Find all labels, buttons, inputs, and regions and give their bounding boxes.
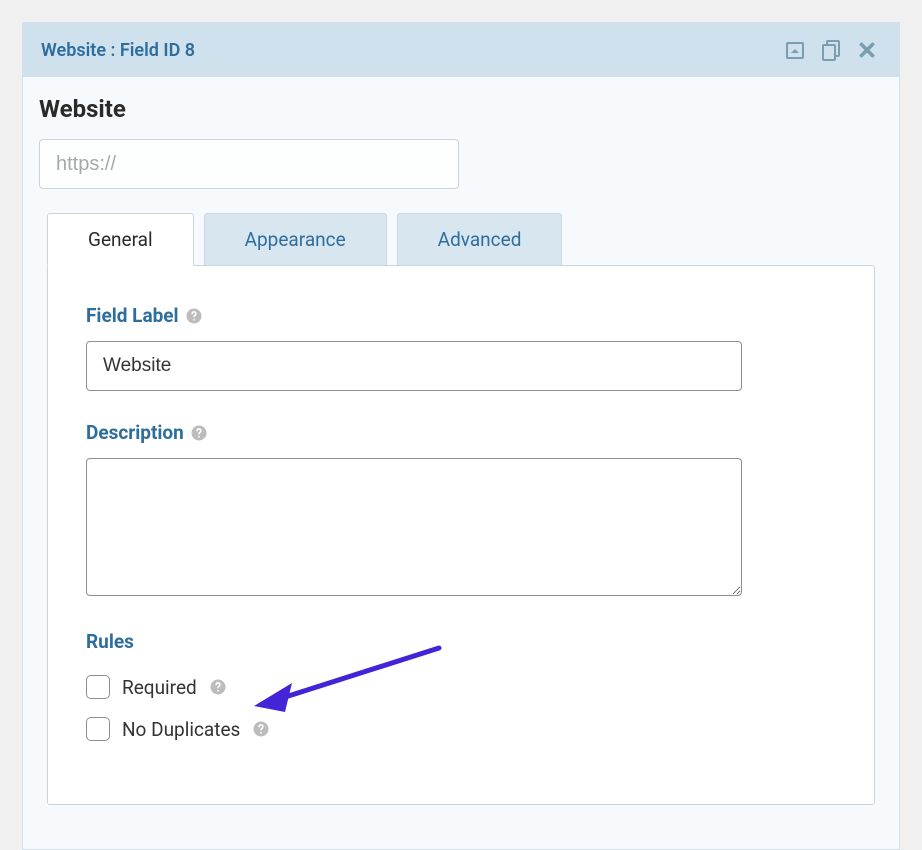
- close-icon[interactable]: [853, 36, 881, 64]
- description-text: Description: [86, 421, 184, 444]
- panel-body: Website General Appearance Advanced Fiel…: [23, 77, 899, 815]
- help-icon[interactable]: [252, 720, 270, 738]
- no-duplicates-label: No Duplicates: [122, 718, 240, 741]
- rules-section: Rules Required No Duplicates: [86, 630, 836, 741]
- required-row: Required: [86, 675, 836, 699]
- description-section: Description: [86, 421, 836, 600]
- tab-appearance[interactable]: Appearance: [204, 213, 387, 265]
- rules-heading: Rules: [86, 630, 836, 653]
- tab-advanced[interactable]: Advanced: [397, 213, 563, 265]
- tabs-container: General Appearance Advanced Field Label: [39, 213, 883, 805]
- field-label-input[interactable]: [86, 341, 742, 391]
- field-title: Website: [39, 95, 883, 123]
- url-input[interactable]: [39, 139, 459, 189]
- help-icon[interactable]: [209, 678, 227, 696]
- help-icon[interactable]: [185, 307, 203, 325]
- description-heading: Description: [86, 421, 836, 444]
- help-icon[interactable]: [190, 424, 208, 442]
- field-settings-panel: Website : Field ID 8 Website: [22, 22, 900, 850]
- collapse-icon[interactable]: [781, 36, 809, 64]
- panel-title: Website : Field ID 8: [41, 40, 195, 61]
- field-label-heading: Field Label: [86, 304, 836, 327]
- rules-text: Rules: [86, 630, 134, 653]
- field-label-section: Field Label: [86, 304, 836, 391]
- tab-general[interactable]: General: [47, 213, 194, 266]
- panel-actions: [781, 36, 881, 64]
- no-duplicates-checkbox[interactable]: [86, 717, 110, 741]
- description-textarea[interactable]: [86, 458, 742, 596]
- no-duplicates-row: No Duplicates: [86, 717, 836, 741]
- required-label: Required: [122, 676, 197, 699]
- tab-content-general: Field Label Description: [47, 265, 875, 805]
- tabs-list: General Appearance Advanced: [47, 213, 875, 265]
- field-label-text: Field Label: [86, 304, 179, 327]
- required-checkbox[interactable]: [86, 675, 110, 699]
- panel-header: Website : Field ID 8: [23, 23, 899, 77]
- duplicate-icon[interactable]: [817, 36, 845, 64]
